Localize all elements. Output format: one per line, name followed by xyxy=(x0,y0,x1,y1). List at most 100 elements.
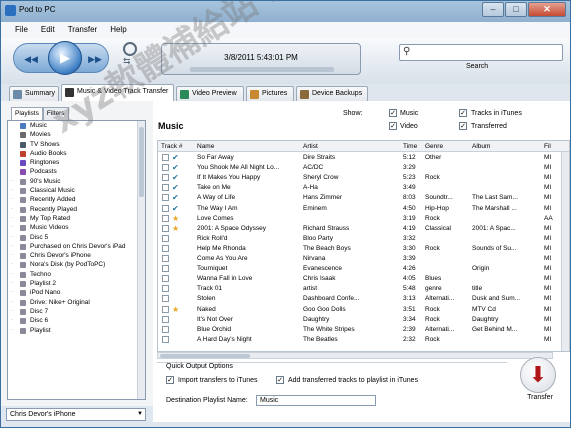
playlist-item[interactable]: · Nora's Disk (by PodToPC) xyxy=(8,260,145,269)
playlist-item[interactable]: · Chris Devor's iPhone xyxy=(8,251,145,260)
video-checkbox[interactable]: ✓ xyxy=(389,122,397,130)
row-checkbox[interactable] xyxy=(162,275,169,283)
table-row[interactable]: ✔ If It Makes You Happy Sheryl Crow 5:23 Roc… xyxy=(158,173,569,183)
menu-file[interactable]: File xyxy=(9,22,35,38)
table-row[interactable]: Stolen Dashboard Confe... 3:13 Alternati...… xyxy=(158,294,569,304)
col-time[interactable]: Time xyxy=(403,143,417,150)
playlist-item[interactable]: · Techno xyxy=(8,270,145,279)
table-row[interactable]: ★ 2001: A Space Odyssey Richard Strauss 4:1… xyxy=(158,224,569,234)
previous-track-button[interactable]: ◀◀ xyxy=(18,51,44,67)
menu-edit[interactable]: Edit xyxy=(35,22,62,38)
row-checkbox[interactable] xyxy=(162,224,169,232)
table-row[interactable]: ✔ You Shook Me All Night Lo... AC/DC 3:29 MI xyxy=(158,163,569,173)
playlist-item[interactable]: · 90's Music xyxy=(8,177,145,186)
table-row[interactable]: ✔ So Far Away Dire Straits 5:12 Other MI xyxy=(158,153,569,163)
row-checkbox[interactable] xyxy=(162,194,169,202)
playlist-item[interactable]: Ringtones xyxy=(8,158,145,167)
tab-playlists[interactable]: Playlists xyxy=(11,107,43,120)
row-checkbox[interactable] xyxy=(162,335,169,343)
table-row[interactable]: Blue Orchid The White Stripes 2:39 Alternat… xyxy=(158,325,569,335)
playlist-item[interactable]: Music xyxy=(8,121,145,130)
playlist-item[interactable]: · iPod Nano xyxy=(8,288,145,297)
scrollbar-thumb[interactable] xyxy=(160,354,250,358)
menu-help[interactable]: Help xyxy=(104,22,133,38)
row-checkbox[interactable] xyxy=(162,244,169,252)
playlist-item[interactable]: · Music Videos xyxy=(8,223,145,232)
row-checkbox[interactable] xyxy=(162,295,169,303)
tab-summary[interactable]: Summary xyxy=(9,86,59,101)
row-checkbox[interactable] xyxy=(162,154,169,161)
scrollbar-thumb[interactable] xyxy=(139,127,144,197)
tab-pictures[interactable]: Pictures xyxy=(246,86,294,101)
col-track-number[interactable]: Track # xyxy=(161,143,182,150)
table-row[interactable]: Rick Roll'd Bloo Party 3:32 MI xyxy=(158,234,569,244)
import-to-itunes-checkbox[interactable]: ✓ xyxy=(166,376,174,384)
playlist-item[interactable]: Audio Books xyxy=(8,149,145,158)
tab-music-video-transfer[interactable]: Music & Video Track Transfer xyxy=(61,84,174,101)
table-row[interactable]: Wanna Fall in Love Chris Isaak 4:05 Blues MI xyxy=(158,274,569,284)
playlist-item[interactable]: · Classical Music xyxy=(8,186,145,195)
row-checkbox[interactable] xyxy=(162,255,169,262)
table-row[interactable]: Tourniquet Evanescence 4:26 Origin MI xyxy=(158,264,569,274)
table-scrollbar[interactable] xyxy=(561,152,569,351)
playlist-item[interactable]: Podcasts xyxy=(8,167,145,176)
table-row[interactable]: Track 01 artist 5:48 genre title MI xyxy=(158,284,569,294)
device-selector[interactable]: Chris Devor's iPhone ▼ xyxy=(6,408,146,421)
playlist-item[interactable]: · Recently Played xyxy=(8,205,145,214)
col-file[interactable]: Fil xyxy=(544,143,551,150)
playlist-item[interactable]: · Disc 5 xyxy=(8,233,145,242)
destination-playlist-input[interactable]: Music xyxy=(256,395,376,406)
playlist-item[interactable]: · My Top Rated xyxy=(8,214,145,223)
table-row[interactable]: A Hard Day's Night The Beatles 2:32 Rock MI xyxy=(158,335,569,345)
row-checkbox[interactable] xyxy=(162,234,169,242)
playlist-item[interactable]: · Recently Added xyxy=(8,195,145,204)
transfer-button[interactable]: ⬇ Transfer xyxy=(520,357,560,405)
tab-device-backups[interactable]: Device Backups xyxy=(296,86,368,101)
table-row[interactable]: ✔ Take on Me A-Ha 3:49 MI xyxy=(158,183,569,193)
table-row[interactable]: ★ Love Comes 3:19 Rock AA xyxy=(158,214,569,224)
row-checkbox[interactable] xyxy=(162,214,169,222)
transferred-checkbox[interactable]: ✓ xyxy=(459,122,467,130)
table-row[interactable]: Come As You Are Nirvana 3:39 MI xyxy=(158,254,569,264)
playlist-item[interactable]: · Disc 7 xyxy=(8,307,145,316)
menu-transfer[interactable]: Transfer xyxy=(62,22,105,38)
play-button[interactable]: ▶ xyxy=(48,41,82,75)
playlist-item[interactable]: Movies xyxy=(8,130,145,139)
add-to-playlist-checkbox[interactable]: ✓ xyxy=(276,376,284,384)
repeat-icon[interactable] xyxy=(123,42,137,56)
tracks-in-itunes-checkbox[interactable]: ✓ xyxy=(459,109,467,117)
table-row[interactable]: ✔ The Way I Am Eminem 4:50 Hip-Hop The Marsha… xyxy=(158,204,569,214)
playlist-item[interactable]: · Playlist 2 xyxy=(8,279,145,288)
playlist-item[interactable]: · Disc 6 xyxy=(8,316,145,325)
col-album[interactable]: Album xyxy=(472,143,490,150)
table-row[interactable]: ★ Naked Goo Goo Dolls 3:51 Rock MTV Cd MI xyxy=(158,305,569,315)
playlist-item[interactable]: · Purchased on Chris Devor's iPad xyxy=(8,242,145,251)
tab-filters[interactable]: Filters xyxy=(42,107,69,120)
next-track-button[interactable]: ▶▶ xyxy=(82,51,108,67)
music-checkbox[interactable]: ✓ xyxy=(389,109,397,117)
col-name[interactable]: Name xyxy=(197,143,214,150)
row-checkbox[interactable] xyxy=(162,164,169,172)
row-checkbox[interactable] xyxy=(162,265,169,273)
playlist-scrollbar[interactable] xyxy=(137,121,145,399)
table-row[interactable]: It's Not Over Daughtry 3:34 Rock Daughtry MI xyxy=(158,315,569,325)
search-input[interactable] xyxy=(417,46,559,59)
maximize-button[interactable]: □ xyxy=(505,2,527,17)
col-artist[interactable]: Artist xyxy=(303,143,318,150)
row-checkbox[interactable] xyxy=(162,305,169,313)
row-checkbox[interactable] xyxy=(162,184,169,192)
col-genre[interactable]: Genre xyxy=(425,143,443,150)
row-checkbox[interactable] xyxy=(162,315,169,323)
playlist-item[interactable]: TV Shows xyxy=(8,140,145,149)
row-checkbox[interactable] xyxy=(162,174,169,182)
tab-video-preview[interactable]: Video Preview xyxy=(176,86,244,101)
row-checkbox[interactable] xyxy=(162,285,169,293)
playlist-item[interactable]: · Drive: Nike+ Original xyxy=(8,298,145,307)
row-checkbox[interactable] xyxy=(162,325,169,333)
close-button[interactable]: ✕ xyxy=(528,2,566,17)
progress-bar[interactable] xyxy=(190,67,334,72)
shuffle-icon[interactable]: ⇆ xyxy=(123,56,139,67)
table-row[interactable]: Help Me Rhonda The Beach Boys 3:30 Rock Soun… xyxy=(158,244,569,254)
minimize-button[interactable]: – xyxy=(482,2,504,17)
playlist-item[interactable]: · Playlist xyxy=(8,326,145,335)
